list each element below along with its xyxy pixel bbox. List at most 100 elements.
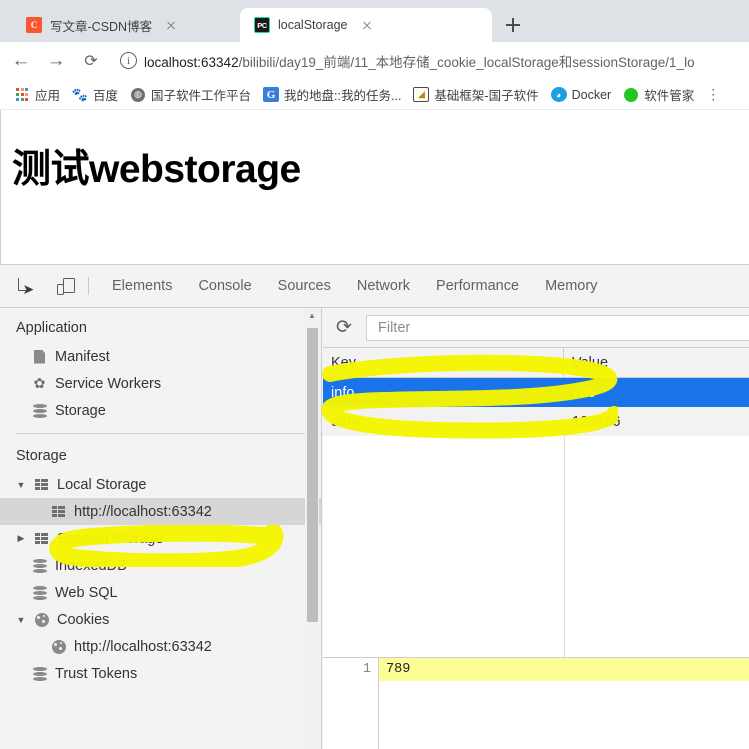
sidebar-item-session-storage[interactable]: ▶ Session Storage — [0, 525, 321, 552]
chevron-down-icon[interactable]: ▼ — [16, 615, 26, 625]
sidebar-item-storage[interactable]: Storage — [0, 397, 321, 424]
preview-line: 1 789 — [323, 658, 749, 681]
table-grid-icon — [50, 506, 67, 517]
phpstorm-icon: PC — [254, 17, 270, 33]
table-row[interactable]: data 123456 — [323, 407, 749, 436]
tab-memory[interactable]: Memory — [532, 265, 610, 308]
address-bar-url: localhost:63342/bilibili/day19_前端/11_本地存… — [144, 51, 695, 71]
close-icon[interactable] — [160, 14, 182, 36]
sidebar-scrollbar[interactable]: ▲ — [305, 308, 319, 749]
url-path: /bilibili/day19_前端/11_本地存储_cookie_localS… — [238, 54, 695, 70]
chevron-down-icon[interactable]: ▼ — [16, 480, 26, 490]
sidebar-item-web-sql[interactable]: Web SQL — [0, 579, 321, 606]
bookmarks-overflow-icon[interactable]: ⋮ — [700, 83, 727, 107]
sidebar-section-application: Application — [16, 320, 87, 336]
table-grid-icon — [33, 533, 50, 544]
bookmark-label: 我的地盘::我的任务... — [284, 89, 402, 103]
bookmark-apps[interactable]: 应用 — [8, 83, 66, 107]
devtools-tab-bar: ➤ Elements Console Sources Network Perfo… — [0, 265, 749, 308]
bookmark-software-manager[interactable]: 软件管家 — [617, 83, 700, 107]
tab-sources[interactable]: Sources — [265, 265, 344, 308]
browser-tab-title: 写文章-CSDN博客 — [50, 19, 153, 34]
sidebar-item-indexeddb[interactable]: IndexedDB — [0, 552, 321, 579]
reload-icon: ⟳ — [84, 52, 98, 70]
browser-tab-strip: C 写文章-CSDN博客 PC localStorage — [0, 0, 749, 42]
column-header-key[interactable]: Key — [323, 347, 564, 378]
table-grid-icon — [33, 479, 50, 490]
browser-toolbar: ← → ⟳ i localhost:63342/bilibili/day19_前… — [0, 42, 749, 80]
bookmark-baidu[interactable]: 🐾 百度 — [66, 83, 124, 107]
sidebar-item-local-storage[interactable]: ▼ Local Storage — [0, 471, 321, 498]
sidebar-divider — [16, 433, 321, 434]
cookie-icon — [50, 639, 67, 654]
sidebar-item-cookies[interactable]: ▼ Cookies — [0, 606, 321, 633]
preview-value[interactable]: 789 — [379, 658, 749, 681]
tab-elements[interactable]: Elements — [99, 265, 185, 308]
bookmark-label: 应用 — [35, 89, 61, 103]
sidebar-item-label: Trust Tokens — [55, 665, 138, 682]
bookmark-framework[interactable]: ◢ 基础框架-国子软件 — [407, 83, 544, 107]
back-button[interactable]: ← — [7, 47, 35, 75]
document-icon — [31, 349, 48, 364]
tab-console[interactable]: Console — [185, 265, 264, 308]
sidebar-item-manifest[interactable]: Manifest — [0, 343, 321, 370]
scrollbar-thumb[interactable] — [307, 328, 318, 622]
sidebar-item-label: http://localhost:63342 — [74, 638, 212, 655]
scroll-up-icon[interactable]: ▲ — [305, 308, 319, 322]
tab-performance[interactable]: Performance — [423, 265, 532, 308]
arrow-right-icon: → — [46, 50, 66, 71]
docker-whale-icon: ◕ — [550, 87, 567, 102]
sidebar-item-label: Session Storage — [57, 530, 164, 547]
preview-gutter — [323, 681, 379, 749]
filter-input[interactable]: Filter — [366, 314, 749, 341]
wechat-icon — [623, 87, 639, 103]
sidebar-item-label: Cookies — [57, 611, 110, 628]
bookmark-label: 国子软件工作平台 — [151, 89, 252, 103]
devtools-sidebar: Application Manifest ✿ Service Workers S… — [0, 308, 322, 749]
chevron-right-icon[interactable]: ▶ — [16, 533, 26, 544]
close-icon[interactable] — [356, 14, 378, 36]
cell-value[interactable]: 789 — [564, 378, 749, 407]
new-tab-button[interactable] — [498, 10, 528, 40]
bookmark-guozi-platform[interactable]: ◍ 国子软件工作平台 — [124, 83, 257, 107]
database-icon — [31, 403, 48, 418]
browser-tab-csdn[interactable]: C 写文章-CSDN博客 — [12, 8, 240, 42]
storage-filter-bar: ⟳ Filter — [323, 308, 749, 348]
gear-icon: ✿ — [33, 375, 46, 391]
devtools-panel: ➤ Elements Console Sources Network Perfo… — [0, 264, 749, 749]
bookmark-my-tasks[interactable]: G 我的地盘::我的任务... — [257, 83, 407, 107]
sidebar-item-label: http://localhost:63342 — [74, 503, 212, 520]
sidebar-item-service-workers[interactable]: ✿ Service Workers — [0, 370, 321, 397]
column-header-value[interactable]: Value — [564, 348, 749, 378]
device-toolbar-icon[interactable] — [52, 272, 80, 300]
page-viewport: 测试webstorage — [0, 110, 749, 264]
toolbar-divider — [88, 277, 89, 295]
bookmark-label: 软件管家 — [644, 89, 695, 103]
sidebar-item-label: Web SQL — [55, 584, 118, 601]
sidebar-item-local-storage-origin[interactable]: http://localhost:63342 — [0, 498, 321, 525]
sidebar-item-label: Storage — [55, 402, 106, 419]
address-bar[interactable]: i localhost:63342/bilibili/day19_前端/11_本… — [114, 46, 749, 75]
sidebar-item-label: Manifest — [55, 348, 110, 365]
bookmarks-bar: 应用 🐾 百度 ◍ 国子软件工作平台 G 我的地盘::我的任务... ◢ 基础框… — [0, 80, 749, 110]
globe-icon: ◍ — [130, 87, 146, 103]
site-info-icon[interactable]: i — [120, 52, 137, 69]
browser-tab-localstorage[interactable]: PC localStorage — [240, 8, 492, 42]
cell-value[interactable]: 123456 — [564, 407, 749, 436]
csdn-icon: C — [26, 17, 42, 33]
forward-button[interactable]: → — [42, 47, 70, 75]
inspect-element-icon[interactable]: ➤ — [12, 272, 40, 300]
refresh-icon[interactable]: ⟳ — [331, 316, 357, 339]
tab-network[interactable]: Network — [344, 265, 423, 308]
bookmark-docker[interactable]: ◕ Docker — [545, 83, 618, 107]
sidebar-item-trust-tokens[interactable]: Trust Tokens — [0, 660, 321, 687]
storage-table-panel: ⟳ Filter Key Value info 789 data 123456 — [323, 308, 749, 749]
cell-key[interactable]: data — [323, 407, 564, 436]
sidebar-item-cookies-origin[interactable]: http://localhost:63342 — [0, 633, 321, 660]
table-row[interactable]: info 789 — [323, 378, 749, 407]
devtools-body: Application Manifest ✿ Service Workers S… — [0, 308, 749, 749]
reload-button[interactable]: ⟳ — [77, 47, 105, 75]
tab-strip-left-pad — [0, 8, 12, 42]
cell-key[interactable]: info — [323, 378, 564, 407]
viewport-left-edge — [0, 110, 1, 264]
